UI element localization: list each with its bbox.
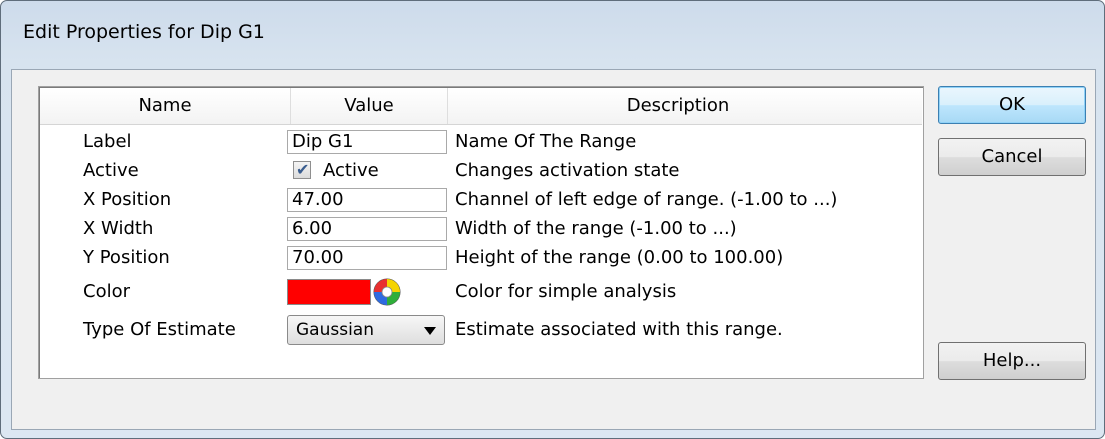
grid-row-y-position: Y Position 70.00 Height of the range (0.… [39, 243, 919, 272]
dropdown-selected-value: Gaussian [296, 320, 374, 340]
row-name: Color [83, 281, 130, 302]
window-title: Edit Properties for Dip G1 [23, 21, 265, 43]
ok-button[interactable]: OK [938, 86, 1086, 124]
column-header-value[interactable]: Value [291, 88, 448, 124]
cancel-button[interactable]: Cancel [938, 138, 1086, 176]
x-width-input[interactable]: 6.00 [287, 217, 447, 241]
row-name: X Width [83, 218, 154, 239]
x-position-input[interactable]: 47.00 [287, 188, 447, 212]
estimate-type-dropdown[interactable]: Gaussian [287, 315, 445, 345]
label-input[interactable]: Dip G1 [287, 130, 447, 154]
grid-row-active: Active ✔ Active Changes activation state [39, 156, 919, 185]
grid-row-type-of-estimate: Type Of Estimate Gaussian Estimate assoc… [39, 315, 919, 345]
grid-row-label: Label Dip G1 Name Of The Range [39, 127, 919, 156]
row-description: Changes activation state [455, 160, 680, 181]
row-name: Type Of Estimate [83, 319, 236, 340]
property-grid: Name Value Description Label Dip G1 Name… [38, 86, 924, 379]
chevron-down-icon [424, 327, 436, 335]
row-description: Estimate associated with this range. [455, 319, 783, 340]
y-position-input[interactable]: 70.00 [287, 246, 447, 270]
row-name: Y Position [83, 247, 170, 268]
help-button[interactable]: Help... [938, 342, 1086, 380]
dialog-body: Name Value Description Label Dip G1 Name… [11, 69, 1096, 430]
title-bar[interactable]: Edit Properties for Dip G1 [1, 1, 1104, 69]
row-description: Width of the range (-1.00 to ...) [455, 218, 737, 239]
row-description: Height of the range (0.00 to 100.00) [455, 247, 784, 268]
active-checkbox[interactable]: ✔ [293, 161, 311, 179]
row-name: Label [83, 131, 132, 152]
row-description: Channel of left edge of range. (-1.00 to… [455, 189, 838, 210]
edit-properties-dialog: Edit Properties for Dip G1 Name Value De… [0, 0, 1105, 439]
color-swatch[interactable] [287, 279, 371, 305]
row-description: Color for simple analysis [455, 281, 677, 302]
grid-row-color: Color Color for simple analysis [39, 277, 919, 306]
active-checkbox-label[interactable]: Active [323, 156, 379, 185]
grid-row-x-width: X Width 6.00 Width of the range (-1.00 t… [39, 214, 919, 243]
row-name: Active [83, 160, 139, 181]
column-header-name[interactable]: Name [40, 88, 291, 124]
color-wheel-icon[interactable] [373, 278, 401, 306]
row-name: X Position [83, 189, 172, 210]
column-header-description[interactable]: Description [448, 88, 908, 124]
row-description: Name Of The Range [455, 131, 637, 152]
grid-header: Name Value Description [40, 88, 922, 125]
grid-row-x-position: X Position 47.00 Channel of left edge of… [39, 185, 919, 214]
checkmark-icon: ✔ [296, 160, 310, 179]
